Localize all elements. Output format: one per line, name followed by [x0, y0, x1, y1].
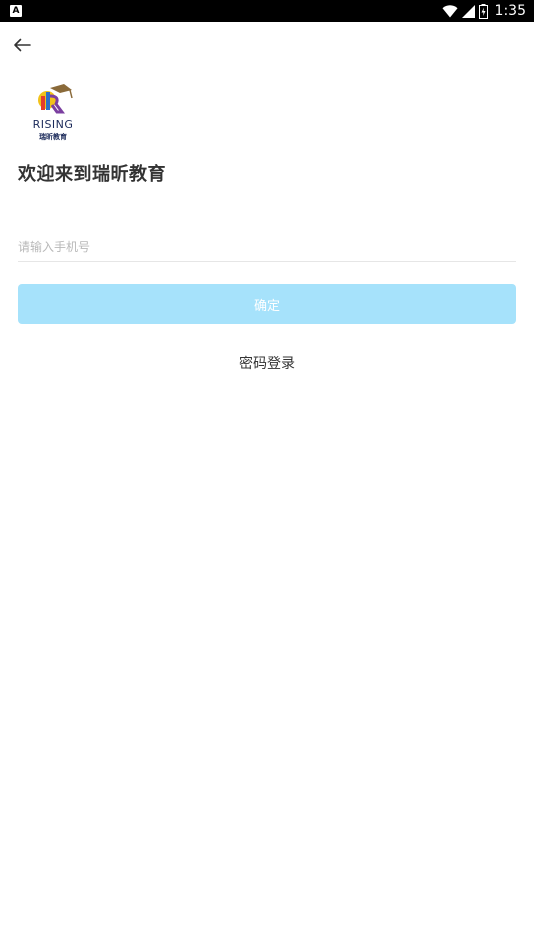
rising-logo: RISING 瑞昕教育: [26, 82, 80, 142]
back-button[interactable]: [8, 32, 36, 58]
phone-number-input[interactable]: [18, 232, 516, 262]
logo-subtitle: 瑞昕教育: [39, 133, 67, 141]
status-bar: A 1:35: [0, 0, 534, 22]
welcome-title: 欢迎来到瑞昕教育: [18, 164, 166, 185]
notification-app-icon: A: [10, 5, 22, 17]
signal-icon: [461, 4, 475, 18]
status-time: 1:35: [494, 3, 526, 19]
battery-icon: [478, 3, 488, 19]
wifi-icon: [442, 4, 458, 17]
logo-emblem-icon: [38, 84, 73, 114]
arrow-left-icon: [14, 38, 31, 52]
status-bar-right: 1:35: [442, 0, 526, 22]
password-login-link[interactable]: 密码登录: [0, 353, 534, 373]
logo-brand-text: RISING: [32, 118, 74, 131]
confirm-button[interactable]: 确定: [18, 284, 516, 324]
